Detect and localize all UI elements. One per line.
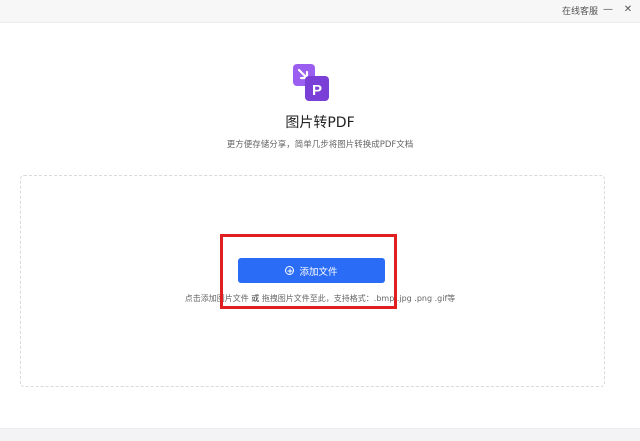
bottom-bar [0,428,640,441]
image-to-pdf-icon: P [293,64,329,101]
minimize-icon: — [603,4,613,15]
page-subtitle: 更方便存储分享，简单几步将图片转换成PDF文档 [226,140,414,150]
highlight-box [220,234,397,309]
page-title: 图片转PDF [285,115,355,131]
online-support-link[interactable]: 在线客服 [562,4,598,17]
close-icon: ✕ [623,4,633,15]
pdf-letter: P [312,82,322,99]
window-titlebar: 在线客服 — ✕ [0,0,640,23]
close-button[interactable]: ✕ [620,2,636,18]
minimize-button[interactable]: — [600,2,616,18]
